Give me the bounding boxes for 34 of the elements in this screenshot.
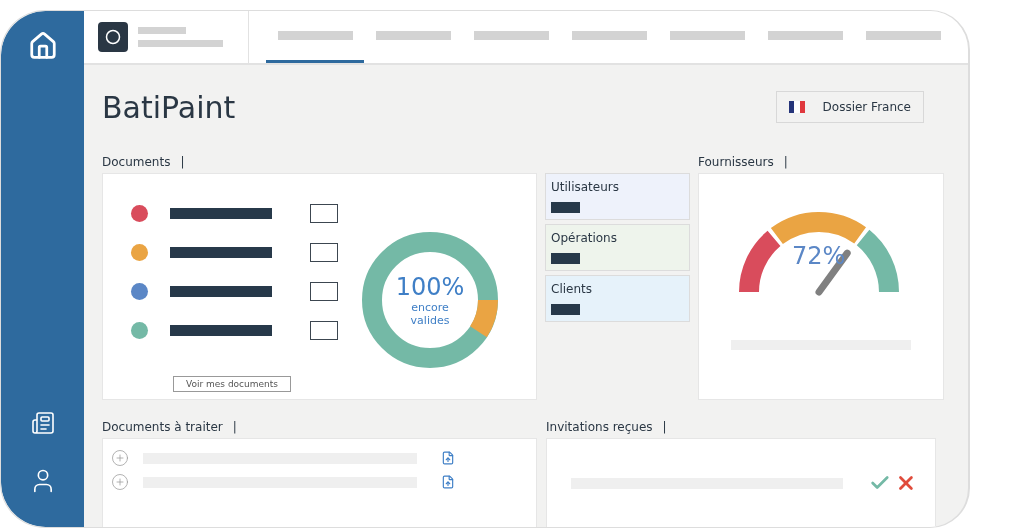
stat-card[interactable]: Clients [545,275,690,322]
placeholder-bar [551,304,580,315]
stat-label: Utilisateurs [551,180,620,194]
section-divider: | [232,420,237,434]
app-logo[interactable] [98,22,128,52]
donut-value: 100% [395,273,465,301]
newspaper-icon[interactable] [30,411,55,435]
section-title: Documents à traiter [102,420,223,434]
placeholder-bar [551,253,580,264]
stat-card[interactable]: Utilisateurs [545,173,690,220]
checkbox[interactable] [310,204,338,223]
gauge-reading: 72% [792,242,846,270]
section-divider: | [783,155,788,169]
section-title: Documents [102,155,171,169]
file-icon[interactable] [441,475,455,489]
documents-link[interactable]: Voir mes documents [173,376,291,392]
folder-button[interactable]: Dossier France [775,91,924,123]
section-title: Fournisseurs [698,155,774,169]
checkbox[interactable] [310,321,338,340]
stat-label: Opérations [551,231,618,245]
page-title: BatiPaint [102,89,236,125]
section-divider: | [180,155,185,169]
checkbox[interactable] [310,282,338,301]
flag-icon [788,101,805,113]
file-icon[interactable] [441,451,455,465]
checkbox[interactable] [310,243,338,262]
home-icon[interactable] [27,31,58,61]
donut-caption: encore valides [409,301,451,327]
stat-card[interactable]: Opérations [545,224,690,271]
placeholder-bar [138,27,186,34]
stat-label: Clients [551,282,593,296]
section-divider: | [662,420,667,434]
section-title: Invitations reçues [546,420,653,434]
placeholder-bar [551,202,580,213]
